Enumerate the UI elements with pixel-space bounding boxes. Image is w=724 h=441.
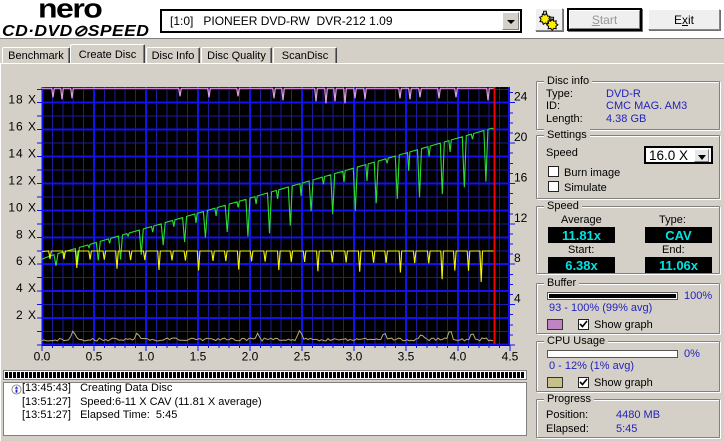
svg-text:24: 24 (514, 90, 528, 104)
svg-text:0.0: 0.0 (34, 350, 51, 364)
svg-text:1.5: 1.5 (190, 350, 207, 364)
svg-text:10 X: 10 X (8, 200, 37, 214)
svg-text:3.0: 3.0 (346, 350, 363, 364)
svg-text:14 X: 14 X (8, 147, 37, 161)
svg-text:16 X: 16 X (8, 120, 37, 134)
svg-text:8: 8 (514, 251, 521, 265)
svg-text:8 X: 8 X (16, 227, 37, 241)
svg-text:1.0: 1.0 (138, 350, 155, 364)
svg-text:12: 12 (514, 211, 528, 225)
svg-text:18 X: 18 X (8, 93, 37, 107)
svg-text:3.5: 3.5 (398, 350, 415, 364)
svg-text:2.5: 2.5 (294, 350, 311, 364)
svg-text:4.0: 4.0 (450, 350, 467, 364)
svg-text:20: 20 (514, 130, 528, 144)
svg-text:2 X: 2 X (16, 308, 37, 322)
svg-text:6 X: 6 X (16, 254, 37, 268)
svg-text:2.0: 2.0 (242, 350, 259, 364)
svg-text:16: 16 (514, 171, 528, 185)
svg-text:4: 4 (514, 292, 521, 306)
svg-text:0.5: 0.5 (86, 350, 103, 364)
svg-text:12 X: 12 X (8, 174, 37, 188)
svg-text:4.5: 4.5 (502, 350, 519, 364)
svg-text:4 X: 4 X (16, 281, 37, 295)
